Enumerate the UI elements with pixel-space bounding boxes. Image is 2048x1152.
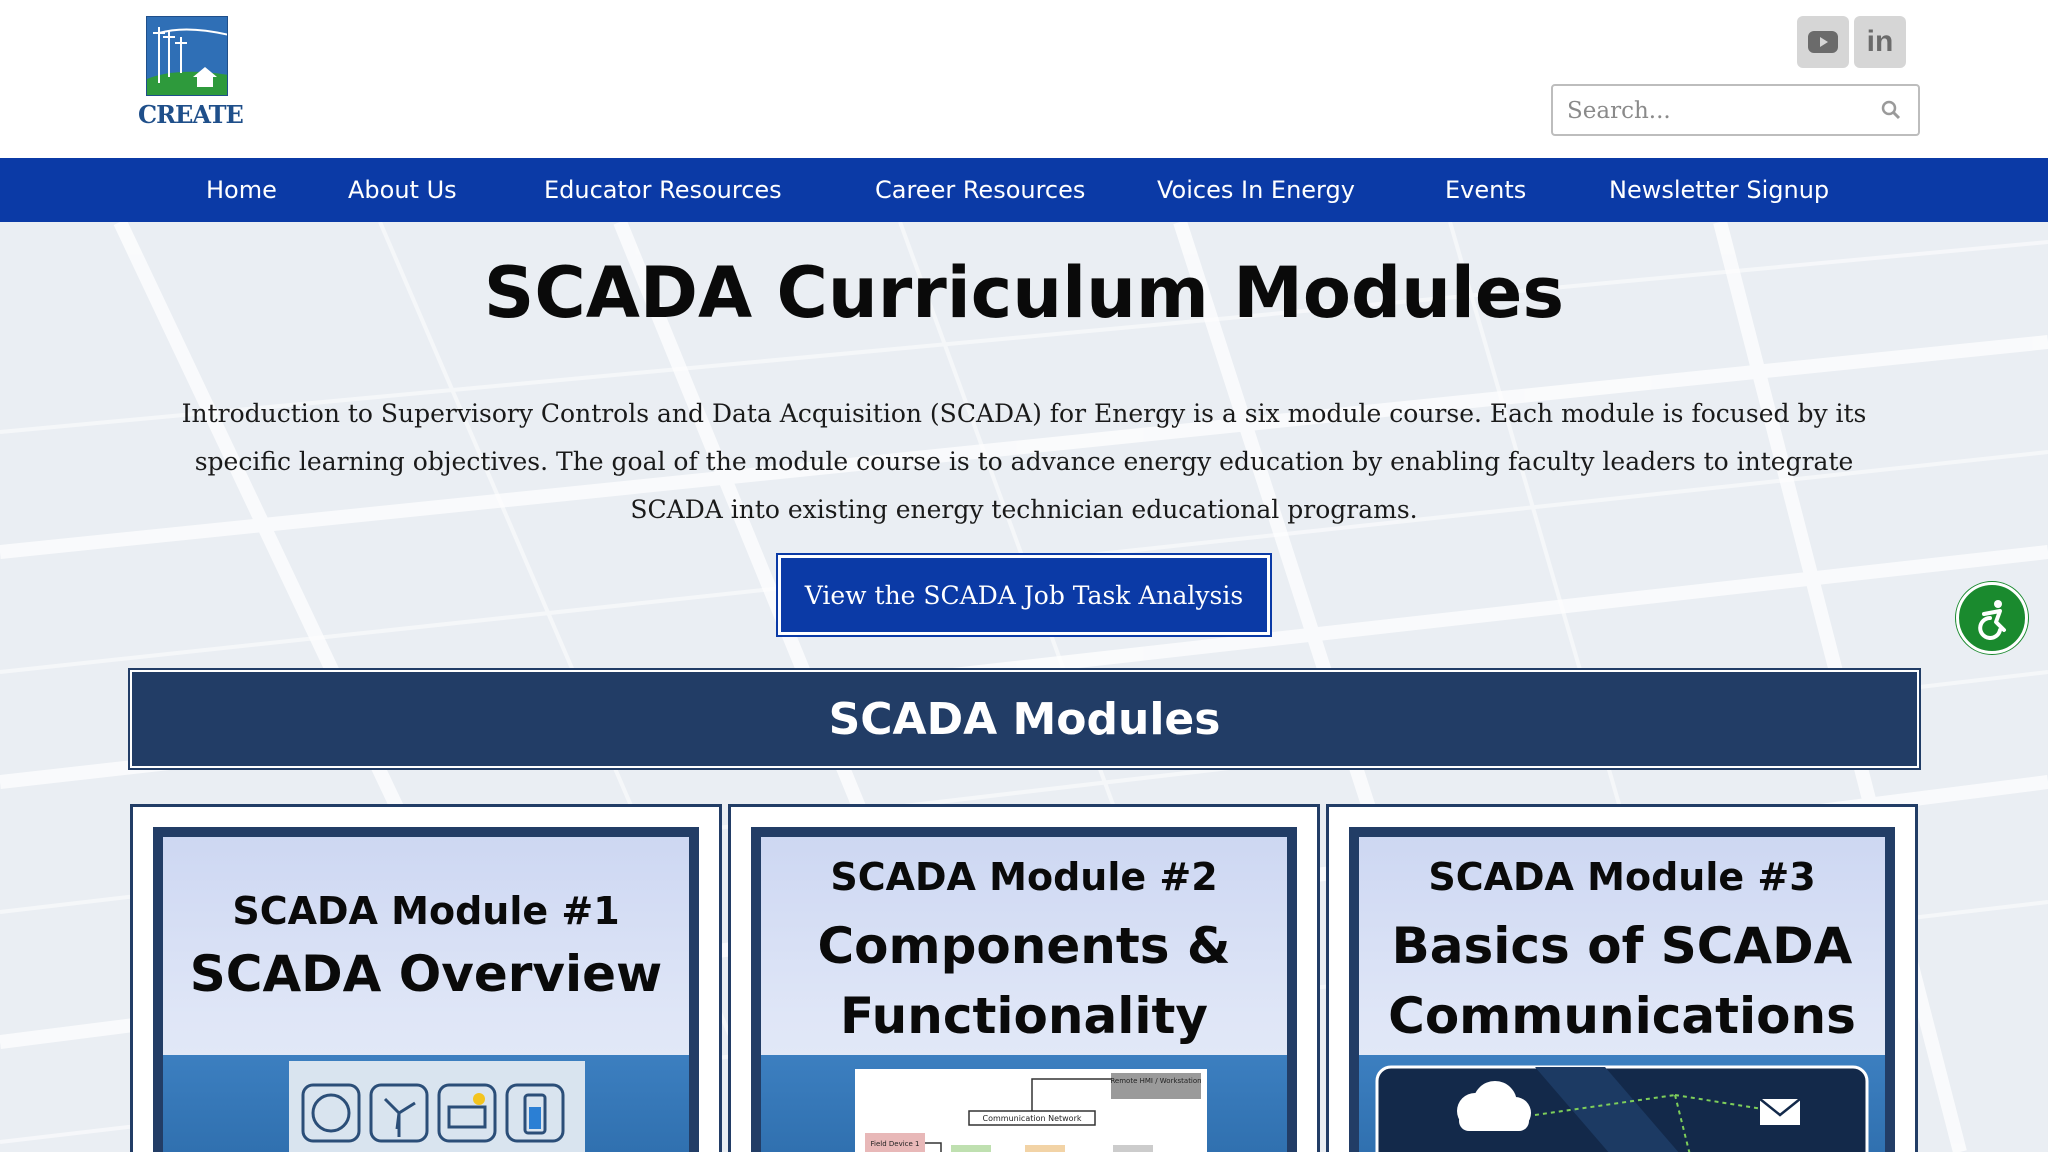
nav-item-educator-resources[interactable]: Educator Resources <box>544 158 782 222</box>
section-heading-scada-modules: SCADA Modules <box>128 668 1921 770</box>
search-icon[interactable] <box>1881 100 1901 120</box>
youtube-icon <box>1808 31 1838 53</box>
youtube-link[interactable] <box>1797 16 1849 68</box>
module-title-line-2: Communications <box>1388 987 1856 1045</box>
logo-wordmark: CREATE <box>138 100 244 129</box>
module-card-3[interactable]: SCADA Module #3 Basics of SCADA Communic… <box>1326 804 1918 1152</box>
module-number: SCADA Module #1 <box>232 889 620 933</box>
site-header: CREATE in <box>0 0 2048 158</box>
main-nav: Home About Us Educator Resources Career … <box>0 158 2048 222</box>
network-label: Communication Network <box>983 1114 1082 1123</box>
nav-item-about-us[interactable]: About Us <box>348 158 457 222</box>
linkedin-link[interactable]: in <box>1854 16 1906 68</box>
module-thumbnail-3: SCADA Module #3 Basics of SCADA Communic… <box>1349 827 1895 1152</box>
envelope-icon <box>1759 1098 1801 1125</box>
module-number: SCADA Module #3 <box>1428 855 1816 899</box>
nav-item-newsletter-signup[interactable]: Newsletter Signup <box>1609 158 1829 222</box>
module-card-1[interactable]: SCADA Module #1 SCADA Overview <box>130 804 722 1152</box>
module-thumbnail-1: SCADA Module #1 SCADA Overview <box>153 827 699 1152</box>
module-title-line-1: Basics of SCADA <box>1391 917 1853 975</box>
search-box[interactable] <box>1551 84 1920 136</box>
nav-item-voices-in-energy[interactable]: Voices In Energy <box>1157 158 1355 222</box>
nav-item-career-resources[interactable]: Career Resources <box>875 158 1085 222</box>
module-title: SCADA Overview <box>189 945 663 1003</box>
nav-item-events[interactable]: Events <box>1445 158 1526 222</box>
page-title: SCADA Curriculum Modules <box>483 252 1565 334</box>
module-number: SCADA Module #2 <box>830 855 1218 899</box>
nav-item-home[interactable]: Home <box>206 158 277 222</box>
hmi-label: Remote HMI / Workstation <box>1110 1077 1201 1085</box>
field-device-label: Field Device 1 <box>871 1140 920 1148</box>
module-thumbnail-2: SCADA Module #2 Components & Functionali… <box>751 827 1297 1152</box>
accessibility-button[interactable] <box>1956 582 2028 654</box>
logo-graphic <box>146 16 228 96</box>
module-title-line-1: Components & <box>817 917 1231 975</box>
main-content: SCADA Curriculum Modules Introduction to… <box>0 222 2048 1152</box>
create-logo[interactable]: CREATE <box>138 14 244 130</box>
energy-icons-graphic <box>289 1061 585 1152</box>
search-input[interactable] <box>1567 94 1867 128</box>
network-diagram-graphic: Remote HMI / Workstation Communication N… <box>855 1069 1207 1152</box>
module-title-line-2: Functionality <box>840 987 1208 1045</box>
communications-graphic <box>1375 1065 1869 1152</box>
accessibility-icon <box>1978 600 2006 640</box>
intro-text: Introduction to Supervisory Controls and… <box>181 399 1867 524</box>
module-card-2[interactable]: SCADA Module #2 Components & Functionali… <box>728 804 1320 1152</box>
job-task-analysis-button[interactable]: View the SCADA Job Task Analysis <box>776 553 1272 637</box>
linkedin-icon: in <box>1866 25 1894 58</box>
